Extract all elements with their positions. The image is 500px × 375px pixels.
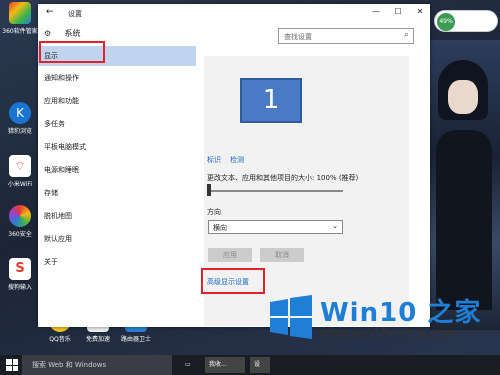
brand-watermark: Win10 之家 www.win10xitong.com	[268, 288, 500, 346]
performance-widget[interactable]: 49%	[434, 10, 498, 32]
search-placeholder: 查找设置	[284, 33, 312, 41]
back-arrow-icon[interactable]: ←	[46, 7, 54, 17]
highlight-box-advanced	[201, 268, 265, 294]
sidebar-item-multitasking[interactable]: 多任务	[38, 114, 196, 134]
scale-slider-thumb[interactable]	[207, 184, 211, 196]
desktop-icon-label: QQ音乐	[49, 336, 71, 343]
wallpaper-face	[448, 80, 478, 114]
search-icon[interactable]: ⌕	[404, 30, 409, 40]
desktop-icon-label: 搜狗输入	[7, 284, 32, 291]
minimize-icon[interactable]: —	[366, 7, 386, 16]
sidebar-item-notifications[interactable]: 通知和操作	[38, 68, 196, 88]
wallpaper-character	[430, 40, 500, 330]
desktop-icon-wifi[interactable]: ⌔ 小米WiFi	[0, 155, 40, 188]
window-title: 设置	[68, 10, 82, 18]
close-icon[interactable]: ✕	[410, 7, 430, 16]
sidebar-item-about[interactable]: 关于	[38, 252, 196, 272]
taskbar-app-browser[interactable]: 我收...	[205, 357, 245, 373]
sidebar-item-power[interactable]: 电源和睡眠	[38, 160, 196, 180]
sidebar-item-default-apps[interactable]: 默认应用	[38, 229, 196, 249]
monitor-1-tile[interactable]: 1	[240, 78, 302, 123]
identify-link[interactable]: 标识	[207, 155, 221, 165]
taskbar: 搜索 Web 和 Windows ▭ 我收... 设	[0, 355, 500, 375]
taskbar-search[interactable]: 搜索 Web 和 Windows	[22, 355, 172, 375]
section-title: 系统	[64, 29, 81, 38]
desktop-icon-360-safe[interactable]: 360安全	[0, 205, 40, 238]
section-header: ⚙ 系统	[44, 28, 81, 39]
maximize-icon[interactable]: ☐	[388, 7, 408, 16]
apply-button[interactable]: 应用	[208, 248, 252, 262]
orientation-select[interactable]: 横向 ⌄	[208, 220, 343, 234]
task-view-icon[interactable]: ▭	[185, 357, 199, 373]
desktop-icon-label: 免费加速	[85, 336, 110, 343]
brand-url: www.win10xitong.com	[320, 326, 456, 340]
search-input[interactable]: 查找设置 ⌕	[278, 28, 414, 44]
desktop-icon-label: 360安全	[8, 231, 32, 238]
highlight-box-display	[39, 41, 105, 63]
input-method-icon: S	[9, 258, 31, 280]
desktop-icon-label: 360软件管家	[2, 28, 38, 35]
orientation-value: 横向	[213, 224, 227, 232]
desktop-icon-label: 猎豹浏览	[7, 128, 32, 135]
settings-sidebar: ⚙ 系统 显示 通知和操作 应用和功能 多任务 平板电脑模式 电源和睡眠 存储 …	[38, 22, 196, 327]
scale-slider[interactable]	[208, 190, 343, 192]
browser-icon: K	[9, 102, 31, 124]
wallpaper-body	[436, 130, 492, 310]
desktop-icon-sogou[interactable]: S 搜狗输入	[0, 258, 40, 291]
windows-start-icon[interactable]	[6, 359, 18, 371]
sidebar-item-storage[interactable]: 存储	[38, 183, 196, 203]
wifi-icon: ⌔	[9, 155, 31, 177]
title-bar: ← 设置 — ☐ ✕	[38, 4, 430, 22]
brand-name: Win10 之家	[320, 298, 482, 328]
chevron-down-icon: ⌄	[332, 222, 338, 230]
sidebar-item-offline-maps[interactable]: 脱机地图	[38, 206, 196, 226]
desktop-icon-browser[interactable]: K 猎豹浏览	[0, 102, 40, 135]
sidebar-item-apps[interactable]: 应用和功能	[38, 91, 196, 111]
detect-link[interactable]: 检测	[230, 155, 244, 165]
orientation-label: 方向	[207, 208, 221, 216]
desktop-icon-360-manager[interactable]: 360软件管家	[0, 2, 40, 35]
taskbar-app-settings[interactable]: 设	[250, 357, 270, 373]
desktop-icon-label: 路由器卫士	[120, 336, 151, 343]
desktop-icon-label: 小米WiFi	[7, 181, 33, 188]
security-icon	[9, 205, 31, 227]
app-grid-icon	[9, 2, 31, 24]
performance-percent: 49%	[437, 13, 455, 31]
scale-label: 更改文本、应用和其他项目的大小: 100% (推荐)	[207, 174, 359, 182]
sidebar-item-tablet-mode[interactable]: 平板电脑模式	[38, 137, 196, 157]
gear-icon: ⚙	[44, 29, 52, 38]
cancel-button[interactable]: 取消	[260, 248, 304, 262]
windows-logo-icon	[270, 295, 312, 339]
